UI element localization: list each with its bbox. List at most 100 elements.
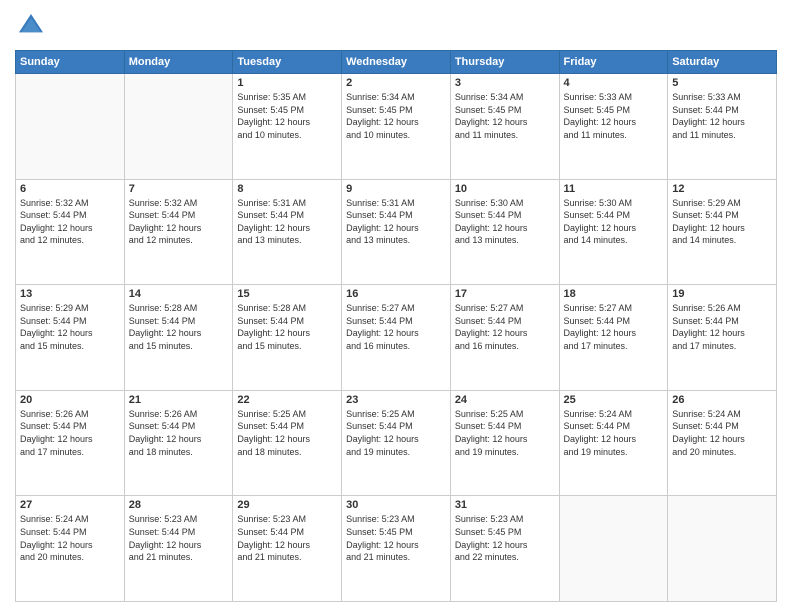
day-info: Sunrise: 5:30 AMSunset: 5:44 PMDaylight:… bbox=[455, 197, 555, 247]
day-info: Sunrise: 5:31 AMSunset: 5:44 PMDaylight:… bbox=[237, 197, 337, 247]
day-info: Sunrise: 5:24 AMSunset: 5:44 PMDaylight:… bbox=[20, 513, 120, 563]
day-info: Sunrise: 5:32 AMSunset: 5:44 PMDaylight:… bbox=[20, 197, 120, 247]
day-info: Sunrise: 5:23 AMSunset: 5:44 PMDaylight:… bbox=[237, 513, 337, 563]
day-number: 17 bbox=[455, 288, 555, 300]
day-cell: 26 Sunrise: 5:24 AMSunset: 5:44 PMDayligh… bbox=[668, 390, 777, 496]
day-number: 13 bbox=[20, 288, 120, 300]
day-cell: 19 Sunrise: 5:26 AMSunset: 5:44 PMDayligh… bbox=[668, 285, 777, 391]
col-thursday: Thursday bbox=[450, 51, 559, 74]
day-info: Sunrise: 5:33 AMSunset: 5:44 PMDaylight:… bbox=[672, 91, 772, 141]
day-info: Sunrise: 5:29 AMSunset: 5:44 PMDaylight:… bbox=[672, 197, 772, 247]
day-number: 7 bbox=[129, 183, 229, 195]
day-cell: 24 Sunrise: 5:25 AMSunset: 5:44 PMDayligh… bbox=[450, 390, 559, 496]
page: Sunday Monday Tuesday Wednesday Thursday… bbox=[0, 0, 792, 612]
col-saturday: Saturday bbox=[668, 51, 777, 74]
day-number: 6 bbox=[20, 183, 120, 195]
day-number: 29 bbox=[237, 499, 337, 511]
day-info: Sunrise: 5:27 AMSunset: 5:44 PMDaylight:… bbox=[346, 302, 446, 352]
week-row-4: 20 Sunrise: 5:26 AMSunset: 5:44 PMDayligh… bbox=[16, 390, 777, 496]
day-info: Sunrise: 5:26 AMSunset: 5:44 PMDaylight:… bbox=[129, 408, 229, 458]
col-wednesday: Wednesday bbox=[342, 51, 451, 74]
day-number: 14 bbox=[129, 288, 229, 300]
week-row-1: 1 Sunrise: 5:35 AMSunset: 5:45 PMDaylight… bbox=[16, 74, 777, 180]
day-cell: 6 Sunrise: 5:32 AMSunset: 5:44 PMDaylight… bbox=[16, 179, 125, 285]
day-cell bbox=[559, 496, 668, 602]
day-cell: 9Sunrise: 5:31 AMSunset: 5:44 PMDaylight… bbox=[342, 179, 451, 285]
day-number: 28 bbox=[129, 499, 229, 511]
day-cell: 10 Sunrise: 5:30 AMSunset: 5:44 PMDayligh… bbox=[450, 179, 559, 285]
day-info: Sunrise: 5:29 AMSunset: 5:44 PMDaylight:… bbox=[20, 302, 120, 352]
day-info: Sunrise: 5:24 AMSunset: 5:44 PMDaylight:… bbox=[564, 408, 664, 458]
day-info: Sunrise: 5:23 AMSunset: 5:44 PMDaylight:… bbox=[129, 513, 229, 563]
day-cell: 3Sunrise: 5:34 AMSunset: 5:45 PMDaylight… bbox=[450, 74, 559, 180]
day-cell: 21 Sunrise: 5:26 AMSunset: 5:44 PMDayligh… bbox=[124, 390, 233, 496]
day-number: 10 bbox=[455, 183, 555, 195]
day-number: 19 bbox=[672, 288, 772, 300]
day-cell: 4Sunrise: 5:33 AMSunset: 5:45 PMDaylight… bbox=[559, 74, 668, 180]
day-info: Sunrise: 5:34 AMSunset: 5:45 PMDaylight:… bbox=[455, 91, 555, 141]
col-monday: Monday bbox=[124, 51, 233, 74]
day-number: 24 bbox=[455, 394, 555, 406]
week-row-5: 27 Sunrise: 5:24 AMSunset: 5:44 PMDayligh… bbox=[16, 496, 777, 602]
day-info: Sunrise: 5:25 AMSunset: 5:44 PMDaylight:… bbox=[237, 408, 337, 458]
day-cell: 22Sunrise: 5:25 AMSunset: 5:44 PMDayligh… bbox=[233, 390, 342, 496]
day-info: Sunrise: 5:28 AMSunset: 5:44 PMDaylight:… bbox=[129, 302, 229, 352]
logo bbox=[15, 10, 51, 42]
day-number: 4 bbox=[564, 77, 664, 89]
day-cell bbox=[16, 74, 125, 180]
logo-icon bbox=[15, 10, 47, 42]
day-info: Sunrise: 5:27 AMSunset: 5:44 PMDaylight:… bbox=[564, 302, 664, 352]
day-number: 21 bbox=[129, 394, 229, 406]
day-info: Sunrise: 5:24 AMSunset: 5:44 PMDaylight:… bbox=[672, 408, 772, 458]
day-cell bbox=[668, 496, 777, 602]
day-cell: 14 Sunrise: 5:28 AMSunset: 5:44 PMDayligh… bbox=[124, 285, 233, 391]
day-cell: 7Sunrise: 5:32 AMSunset: 5:44 PMDaylight… bbox=[124, 179, 233, 285]
day-number: 1 bbox=[237, 77, 337, 89]
day-number: 31 bbox=[455, 499, 555, 511]
day-cell: 15Sunrise: 5:28 AMSunset: 5:44 PMDayligh… bbox=[233, 285, 342, 391]
day-number: 5 bbox=[672, 77, 772, 89]
day-info: Sunrise: 5:27 AMSunset: 5:44 PMDaylight:… bbox=[455, 302, 555, 352]
day-number: 12 bbox=[672, 183, 772, 195]
day-info: Sunrise: 5:35 AMSunset: 5:45 PMDaylight:… bbox=[237, 91, 337, 141]
day-number: 15 bbox=[237, 288, 337, 300]
day-info: Sunrise: 5:34 AMSunset: 5:45 PMDaylight:… bbox=[346, 91, 446, 141]
day-cell: 20 Sunrise: 5:26 AMSunset: 5:44 PMDayligh… bbox=[16, 390, 125, 496]
day-cell: 29 Sunrise: 5:23 AMSunset: 5:44 PMDayligh… bbox=[233, 496, 342, 602]
day-number: 20 bbox=[20, 394, 120, 406]
day-info: Sunrise: 5:23 AMSunset: 5:45 PMDaylight:… bbox=[455, 513, 555, 563]
day-number: 9 bbox=[346, 183, 446, 195]
day-number: 23 bbox=[346, 394, 446, 406]
col-friday: Friday bbox=[559, 51, 668, 74]
day-cell: 31 Sunrise: 5:23 AMSunset: 5:45 PMDayligh… bbox=[450, 496, 559, 602]
day-cell: 8Sunrise: 5:31 AMSunset: 5:44 PMDaylight… bbox=[233, 179, 342, 285]
day-cell bbox=[124, 74, 233, 180]
col-sunday: Sunday bbox=[16, 51, 125, 74]
day-cell: 2 Sunrise: 5:34 AMSunset: 5:45 PMDaylight… bbox=[342, 74, 451, 180]
day-cell: 11Sunrise: 5:30 AMSunset: 5:44 PMDayligh… bbox=[559, 179, 668, 285]
day-info: Sunrise: 5:26 AMSunset: 5:44 PMDaylight:… bbox=[20, 408, 120, 458]
day-info: Sunrise: 5:30 AMSunset: 5:44 PMDaylight:… bbox=[564, 197, 664, 247]
day-cell: 28 Sunrise: 5:23 AMSunset: 5:44 PMDayligh… bbox=[124, 496, 233, 602]
day-cell: 16 Sunrise: 5:27 AMSunset: 5:44 PMDayligh… bbox=[342, 285, 451, 391]
week-row-2: 6 Sunrise: 5:32 AMSunset: 5:44 PMDaylight… bbox=[16, 179, 777, 285]
day-number: 27 bbox=[20, 499, 120, 511]
day-info: Sunrise: 5:26 AMSunset: 5:44 PMDaylight:… bbox=[672, 302, 772, 352]
day-cell: 17 Sunrise: 5:27 AMSunset: 5:44 PMDayligh… bbox=[450, 285, 559, 391]
day-cell: 5 Sunrise: 5:33 AMSunset: 5:44 PMDaylight… bbox=[668, 74, 777, 180]
day-cell: 1 Sunrise: 5:35 AMSunset: 5:45 PMDaylight… bbox=[233, 74, 342, 180]
day-info: Sunrise: 5:23 AMSunset: 5:45 PMDaylight:… bbox=[346, 513, 446, 563]
day-cell: 13 Sunrise: 5:29 AMSunset: 5:44 PMDayligh… bbox=[16, 285, 125, 391]
day-cell: 30Sunrise: 5:23 AMSunset: 5:45 PMDayligh… bbox=[342, 496, 451, 602]
day-number: 2 bbox=[346, 77, 446, 89]
col-tuesday: Tuesday bbox=[233, 51, 342, 74]
week-row-3: 13 Sunrise: 5:29 AMSunset: 5:44 PMDayligh… bbox=[16, 285, 777, 391]
header bbox=[15, 10, 777, 42]
day-number: 26 bbox=[672, 394, 772, 406]
calendar-header-row: Sunday Monday Tuesday Wednesday Thursday… bbox=[16, 51, 777, 74]
day-cell: 18Sunrise: 5:27 AMSunset: 5:44 PMDayligh… bbox=[559, 285, 668, 391]
day-number: 16 bbox=[346, 288, 446, 300]
day-info: Sunrise: 5:25 AMSunset: 5:44 PMDaylight:… bbox=[455, 408, 555, 458]
day-cell: 23Sunrise: 5:25 AMSunset: 5:44 PMDayligh… bbox=[342, 390, 451, 496]
day-number: 25 bbox=[564, 394, 664, 406]
